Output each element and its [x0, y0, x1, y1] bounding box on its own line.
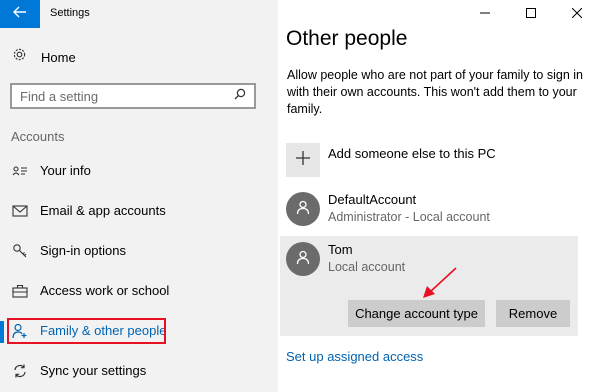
sidebar-item-label: Sign-in options — [40, 243, 126, 258]
sidebar-item-label: Sync your settings — [40, 363, 147, 378]
avatar — [286, 242, 320, 276]
sidebar-item-email-app-accounts[interactable]: Email & app accounts — [0, 196, 278, 226]
search-icon[interactable] — [234, 87, 246, 105]
maximize-icon — [526, 5, 536, 23]
account-item-tom[interactable]: Tom Local account — [286, 242, 405, 276]
sidebar-item-access-work-school[interactable]: Access work or school — [0, 276, 278, 306]
search-input[interactable] — [20, 88, 234, 104]
back-arrow-icon — [13, 5, 27, 23]
avatar — [286, 192, 320, 226]
sidebar-item-label: Email & app accounts — [40, 203, 166, 218]
close-button[interactable] — [554, 0, 600, 28]
person-card-icon — [12, 163, 28, 179]
maximize-button[interactable] — [508, 0, 554, 28]
search-box[interactable] — [10, 83, 256, 109]
sync-icon — [12, 363, 28, 379]
remove-button[interactable]: Remove — [496, 300, 570, 327]
account-name: DefaultAccount — [328, 192, 417, 207]
account-text: DefaultAccount Administrator - Local acc… — [328, 192, 490, 224]
account-item-default[interactable]: DefaultAccount Administrator - Local acc… — [286, 192, 490, 226]
person-icon — [295, 249, 311, 270]
account-text: Tom Local account — [328, 242, 405, 274]
key-icon — [12, 243, 28, 259]
sidebar-item-label: Access work or school — [40, 283, 170, 298]
section-label-accounts: Accounts — [11, 129, 65, 144]
highlight-annotation — [7, 318, 166, 344]
change-account-type-button[interactable]: Change account type — [348, 300, 485, 327]
gear-icon — [12, 47, 27, 67]
title-bar: Settings — [0, 0, 278, 28]
envelope-icon — [12, 203, 28, 219]
sidebar-item-label: Your info — [40, 163, 91, 178]
window-controls — [462, 0, 600, 28]
add-someone-button[interactable]: Add someone else to this PC — [286, 143, 496, 177]
active-indicator — [0, 321, 4, 343]
minimize-icon — [480, 5, 490, 23]
plus-icon — [295, 150, 311, 171]
app-title: Settings — [50, 7, 90, 19]
page-description: Allow people who are not part of your fa… — [287, 68, 583, 116]
sidebar: Settings Home Accounts Your info Email &… — [0, 0, 278, 392]
assigned-access-link[interactable]: Set up assigned access — [286, 349, 423, 364]
sidebar-item-sign-in-options[interactable]: Sign-in options — [0, 236, 278, 266]
back-button[interactable] — [0, 0, 40, 28]
person-icon — [295, 199, 311, 220]
main-panel: Other people Allow people who are not pa… — [278, 0, 600, 392]
account-type: Administrator - Local account — [328, 210, 490, 224]
page-title: Other people — [286, 27, 408, 50]
home-nav-item[interactable]: Home — [12, 46, 76, 68]
sidebar-item-your-info[interactable]: Your info — [0, 156, 278, 186]
plus-tile — [286, 143, 320, 177]
sidebar-item-sync-settings[interactable]: Sync your settings — [0, 356, 278, 386]
account-type: Local account — [328, 260, 406, 274]
add-someone-label: Add someone else to this PC — [328, 146, 496, 161]
close-icon — [571, 5, 583, 23]
home-label: Home — [41, 49, 76, 65]
briefcase-icon — [12, 283, 28, 299]
minimize-button[interactable] — [462, 0, 508, 28]
account-name: Tom — [328, 242, 353, 257]
